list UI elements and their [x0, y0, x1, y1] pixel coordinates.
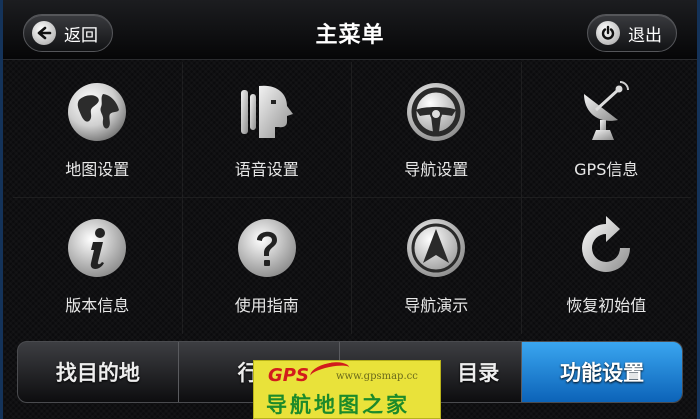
voice-head-icon [240, 85, 293, 138]
watermark-logo: GPS www.gpsmap.cc 导航地图之家 [253, 360, 441, 419]
main-menu-screen: 返回 主菜单 退出 地图设置 语音设置 导航设置 GPS信息 版本信息 使用指南… [0, 0, 700, 419]
power-icon [596, 21, 620, 45]
globe-icon [68, 83, 127, 141]
satellite-dish-icon [584, 81, 630, 140]
header-bar: 返回 主菜单 退出 [3, 0, 697, 60]
menu-item-map-settings[interactable]: 地图设置 [13, 62, 183, 198]
reset-icon [582, 216, 631, 272]
menu-item-label: GPS信息 [574, 160, 639, 179]
tab-function-settings[interactable]: 功能设置 [522, 342, 682, 402]
watermark-text: 导航地图之家 [266, 392, 410, 417]
steering-wheel-icon [407, 83, 466, 141]
watermark-url: www.gpsmap.cc [336, 371, 418, 382]
tab-find-destination[interactable]: 找目的地 [18, 342, 179, 402]
menu-item-voice-settings[interactable]: 语音设置 [182, 62, 352, 198]
menu-item-label: 导航演示 [404, 296, 469, 315]
menu-item-gps-info[interactable]: GPS信息 [521, 62, 691, 198]
menu-item-label: 语音设置 [234, 160, 299, 179]
menu-item-label: 地图设置 [65, 160, 130, 179]
navigation-arrow-icon [407, 219, 466, 277]
menu-item-restore-defaults[interactable]: 恢复初始值 [522, 198, 692, 334]
exit-button[interactable]: 退出 [587, 14, 677, 52]
menu-item-user-guide[interactable]: 使用指南 [183, 198, 352, 334]
menu-item-version-info[interactable]: 版本信息 [13, 198, 183, 334]
help-icon [237, 219, 296, 277]
menu-item-nav-settings[interactable]: 导航设置 [352, 62, 522, 198]
menu-item-label: 版本信息 [65, 296, 130, 315]
watermark-brand: GPS [268, 365, 309, 386]
menu-item-nav-demo[interactable]: 导航演示 [352, 198, 522, 334]
menu-item-label: 使用指南 [234, 296, 299, 315]
menu-item-label: 恢复初始值 [566, 296, 647, 315]
menu-grid: 地图设置 语音设置 导航设置 GPS信息 版本信息 使用指南 导航演示 恢复初始… [13, 62, 691, 334]
info-icon [68, 219, 127, 277]
exit-label: 退出 [628, 25, 662, 46]
menu-item-label: 导航设置 [404, 160, 469, 179]
